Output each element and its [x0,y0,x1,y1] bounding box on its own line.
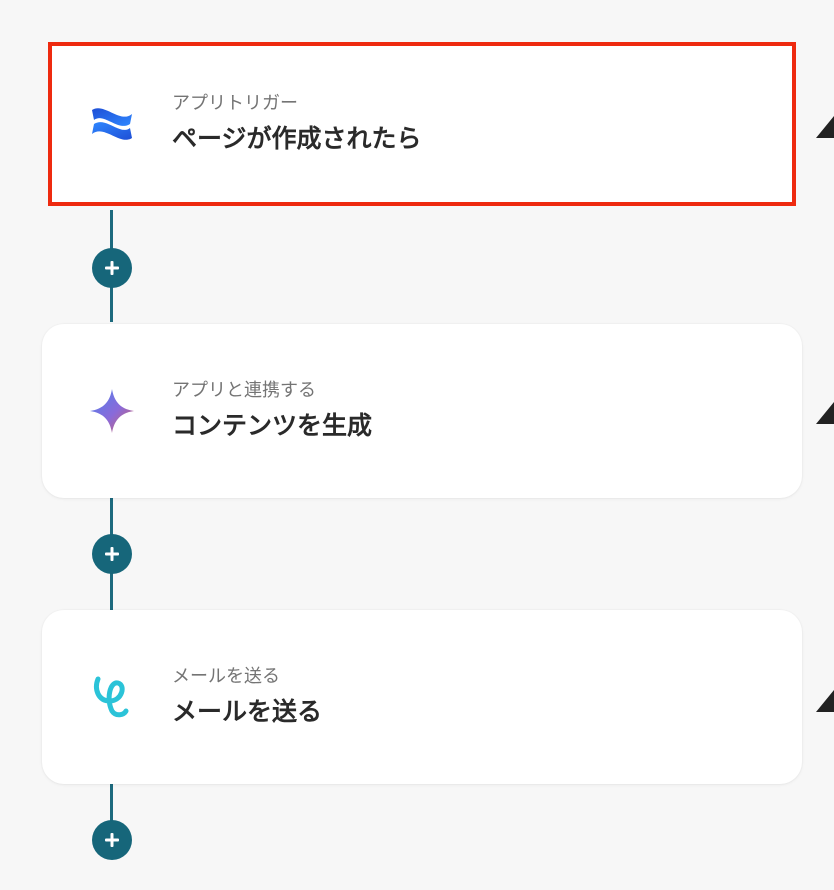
gemini-sparkle-icon [90,389,134,433]
warning-icon [816,116,834,138]
confluence-icon [92,108,132,140]
flow-canvas: アプリトリガー ページが作成されたら アプリと連携する コンテンツを生成 メール… [0,0,834,890]
add-step-button[interactable] [92,820,132,860]
step-subtitle: メールを送る [172,666,280,687]
step-title: メールを送る [172,697,323,726]
plus-icon [105,261,119,275]
step-subtitle: アプリトリガー [172,93,298,114]
warning-icon [816,402,834,424]
step-text: メールを送る メールを送る [172,664,322,730]
flow-step-generate-content[interactable]: アプリと連携する コンテンツを生成 [42,324,802,498]
warning-icon [816,690,834,712]
plus-icon [105,833,119,847]
flow-step-send-mail[interactable]: メールを送る メールを送る [42,610,802,784]
step-title: コンテンツを生成 [172,411,373,440]
step-subtitle: アプリと連携する [172,380,316,401]
step-text: アプリトリガー ページが作成されたら [172,91,422,157]
step-title: ページが作成されたら [172,124,422,153]
plus-icon [105,547,119,561]
step-text: アプリと連携する コンテンツを生成 [172,378,372,444]
mail-script-icon [94,676,129,718]
flow-step-trigger[interactable]: アプリトリガー ページが作成されたら [48,42,796,206]
add-step-button[interactable] [92,248,132,288]
add-step-button[interactable] [92,534,132,574]
